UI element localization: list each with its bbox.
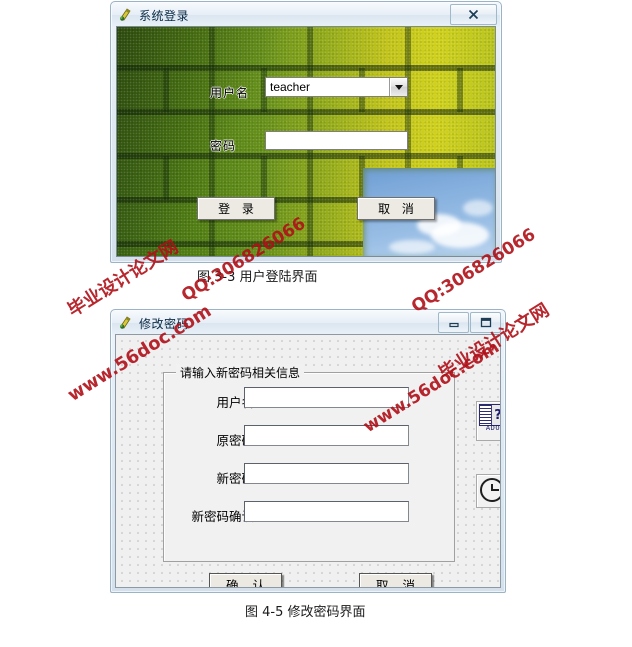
username-combobox-value: teacher [270, 80, 311, 94]
login-cancel-button[interactable]: 取 消 [357, 197, 435, 220]
confirm-button[interactable]: 确 认 [209, 573, 282, 587]
ado-icon-glyph: ? [492, 405, 500, 425]
login-window-frame: 系统登录 用户名 teacher 密码 登 录 取 消 [110, 1, 502, 263]
password-input[interactable] [265, 131, 408, 150]
username-input[interactable] [244, 387, 409, 408]
login-titlebar-buttons [449, 4, 497, 25]
change-password-cancel-button[interactable]: 取 消 [359, 573, 432, 587]
timer-control-icon[interactable] [480, 478, 500, 502]
login-titlebar[interactable]: 系统登录 [112, 3, 500, 27]
change-password-design-surface: 请输入新密码相关信息 用户名 原密码 新密码 新密码确认 确 认 取 消 ? [115, 334, 501, 588]
old-password-label: 原密码 [216, 433, 254, 448]
login-window-title: 系统登录 [139, 8, 190, 23]
change-password-window-frame: 修改密码 请输入新密码相关信息 用户名 原密码 新密码 新密码确认 确 认 取 … [110, 309, 506, 593]
change-password-titlebar[interactable]: 修改密码 [112, 311, 504, 335]
ado-control-label: ADO [485, 424, 501, 432]
login-form-client-area: 用户名 teacher 密码 登 录 取 消 [116, 26, 496, 257]
chevron-down-icon[interactable] [389, 78, 407, 96]
timer-control-pane [476, 474, 500, 508]
login-window: 系统登录 用户名 teacher 密码 登 录 取 消 [110, 1, 502, 263]
confirm-password-label: 新密码确认 [191, 509, 254, 524]
login-password-label: 密码 [210, 139, 237, 153]
username-combobox[interactable]: teacher [265, 77, 408, 97]
vb-form-icon [118, 7, 134, 23]
new-password-label: 新密码 [216, 471, 254, 486]
change-password-window: 修改密码 请输入新密码相关信息 用户名 原密码 新密码 新密码确认 确 认 取 … [110, 309, 506, 593]
confirm-password-input[interactable] [244, 501, 409, 522]
login-button[interactable]: 登 录 [197, 197, 275, 220]
maximize-icon[interactable] [470, 312, 501, 333]
minimize-icon[interactable] [438, 312, 469, 333]
vb-form-icon [118, 315, 134, 331]
username-label: 用户名 [216, 395, 254, 410]
new-password-groupbox-title: 请输入新密码相关信息 [176, 364, 305, 381]
figure-1-caption: 图 3-3 用户登陆界面 [197, 270, 318, 285]
figure-2-caption: 图 4-5 修改密码界面 [245, 605, 366, 620]
old-password-input[interactable] [244, 425, 409, 446]
change-password-titlebar-buttons [437, 312, 501, 333]
ado-control-pane: ? ADO [476, 401, 501, 441]
login-username-label: 用户名 [210, 86, 250, 100]
ado-data-control-icon[interactable]: ? [479, 404, 500, 426]
new-password-input[interactable] [244, 463, 409, 484]
close-icon[interactable] [450, 4, 497, 25]
change-password-window-title: 修改密码 [139, 316, 190, 331]
